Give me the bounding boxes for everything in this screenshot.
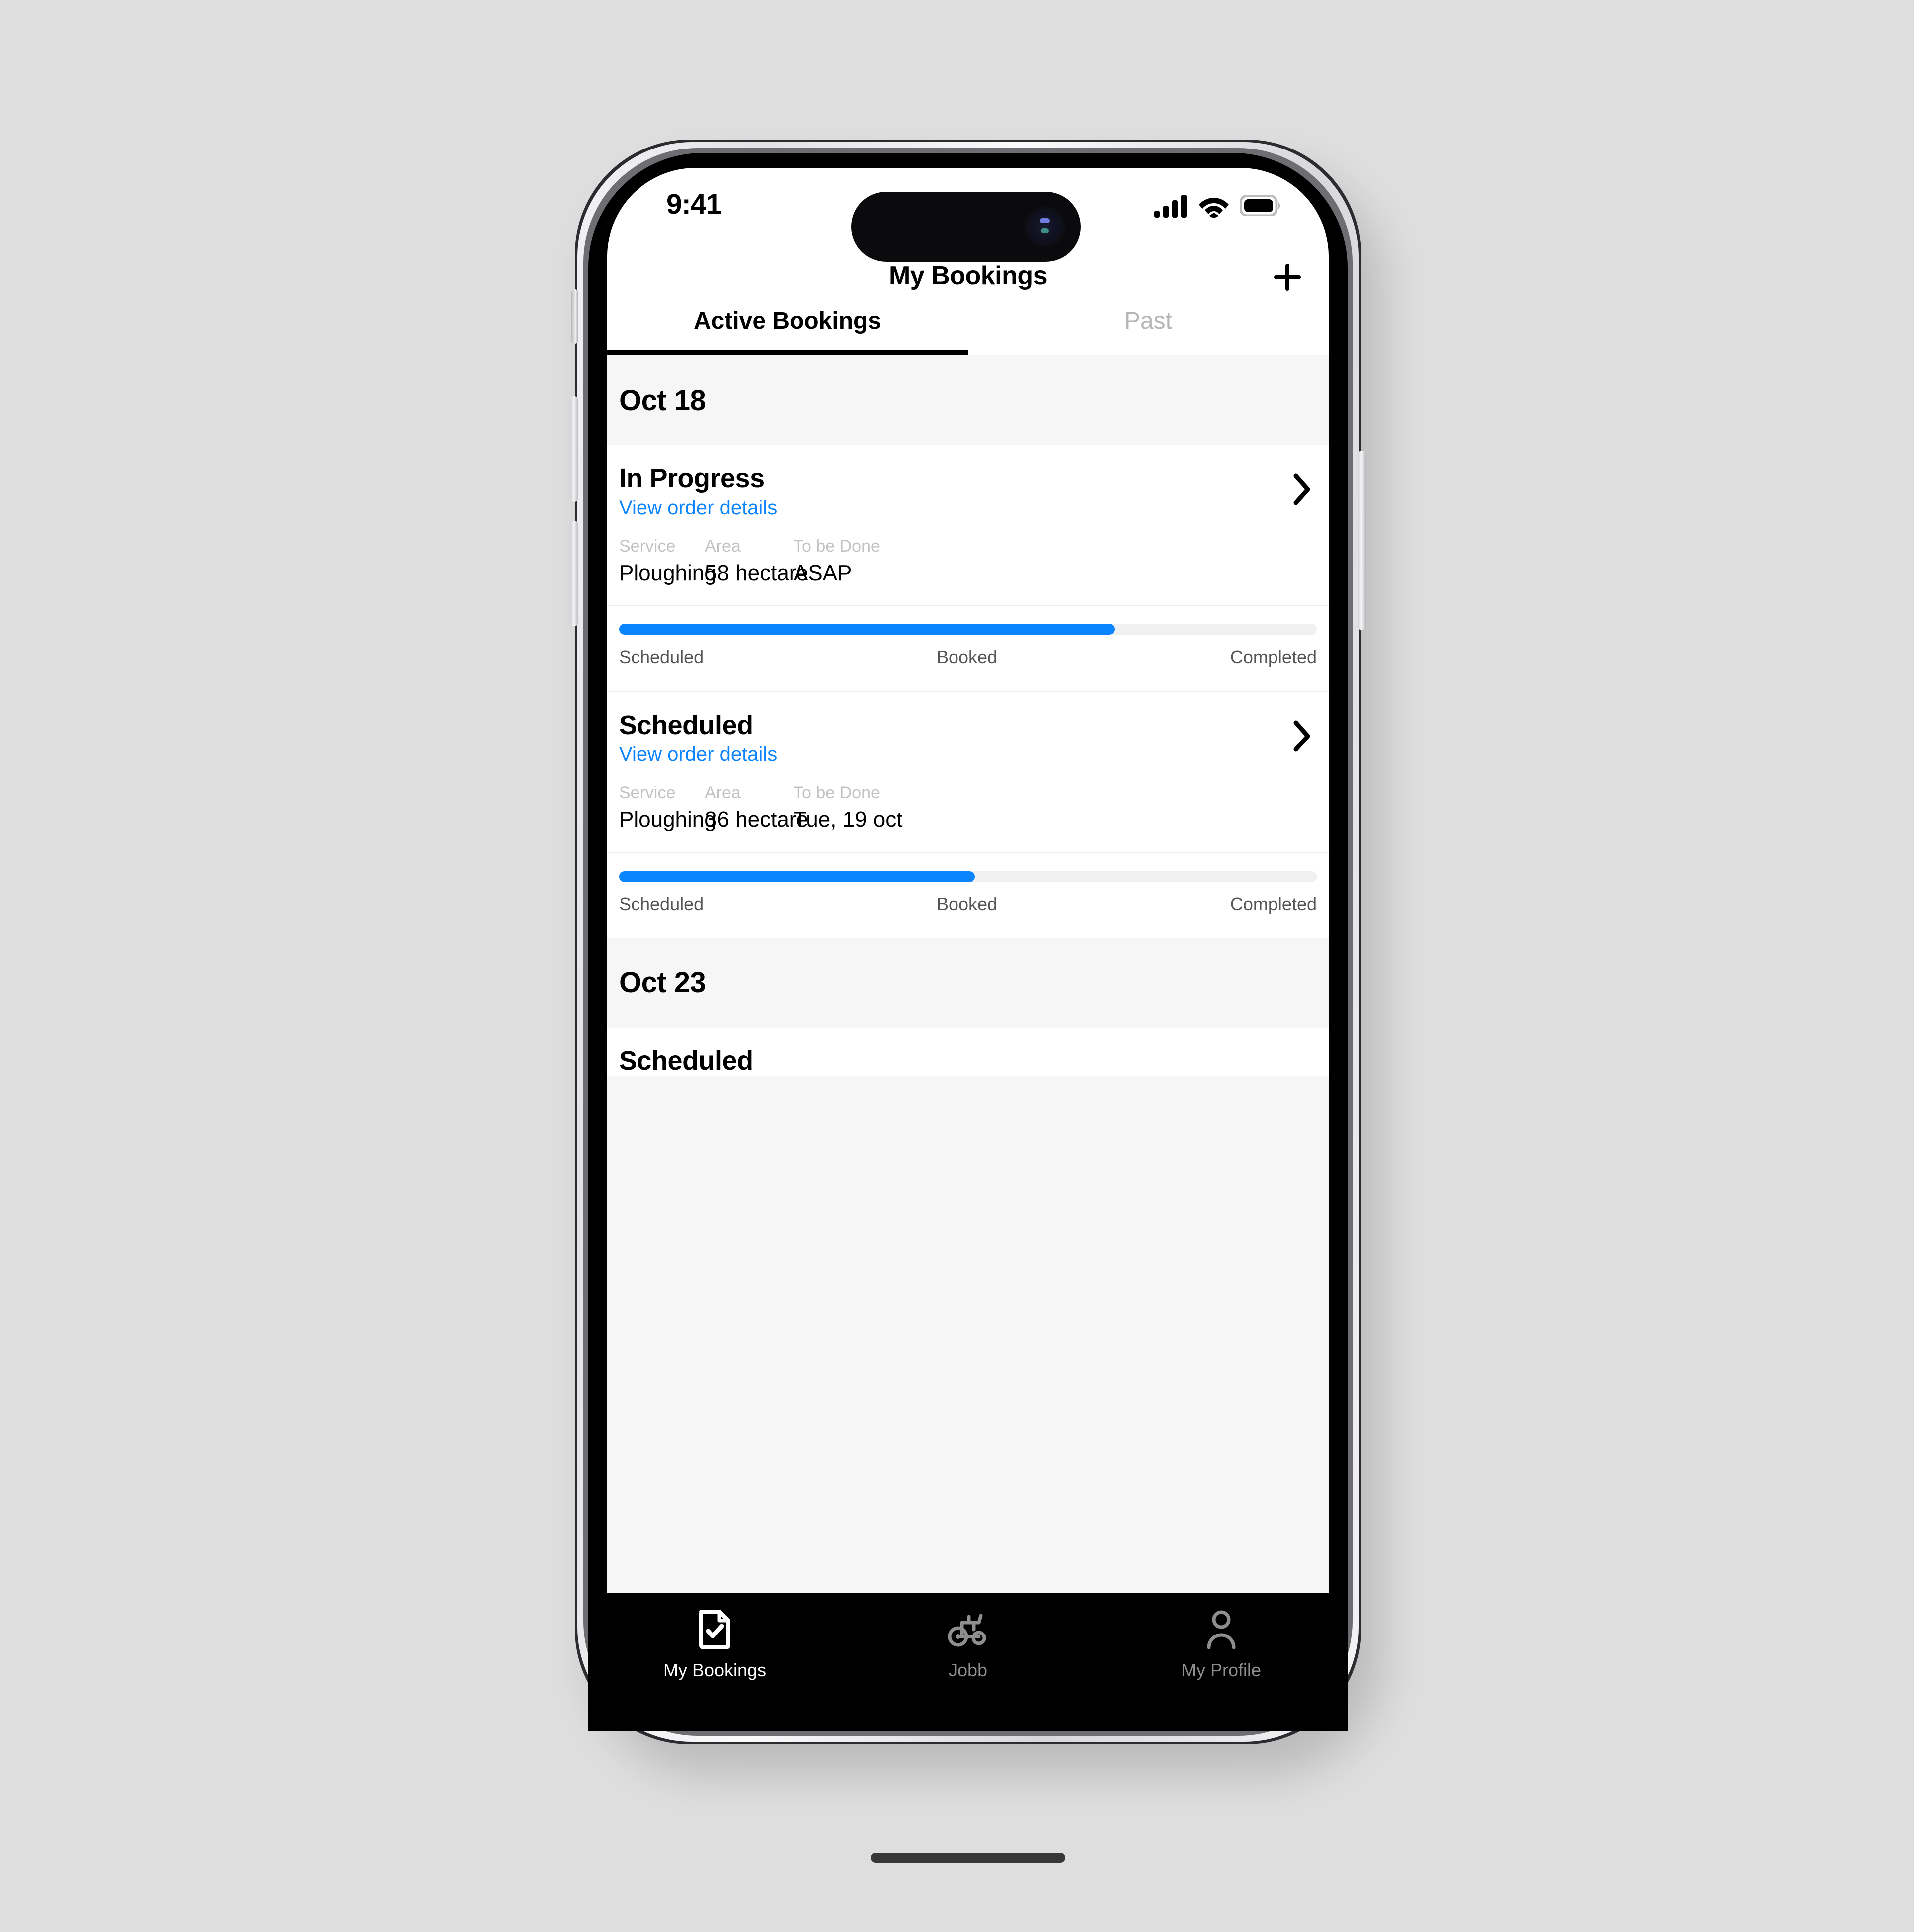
progress-step-scheduled: Scheduled [619, 893, 704, 914]
bottom-tab-my-bookings[interactable]: My Bookings [640, 1608, 790, 1681]
booking-detail-button[interactable] [1289, 720, 1315, 754]
bottom-tab-label: My Bookings [663, 1660, 767, 1680]
volume-up-button[interactable] [570, 396, 578, 502]
phone-device: 9:41 My Bookings Active Bookings Past Oc… [570, 140, 1366, 1863]
tab-past-label: Past [1124, 308, 1173, 334]
field-label: To be Done [794, 783, 880, 803]
field-label: Area [705, 537, 741, 556]
booking-card[interactable]: In Progress View order details Service P… [607, 445, 1329, 691]
bottom-tab-bar: My Bookings Jobb My Profile [588, 1593, 1348, 1731]
booking-card[interactable]: Scheduled [607, 1027, 1329, 1076]
bottom-tab-label: Jobb [948, 1660, 988, 1680]
booking-fields: Service Ploughing Area 36 hectare To be … [607, 766, 1329, 852]
booking-fields: Service Ploughing Area 58 hectare To be … [607, 520, 1329, 605]
home-indicator[interactable] [871, 1853, 1065, 1863]
silent-switch-button[interactable] [571, 289, 578, 344]
chevron-right-icon [1292, 473, 1312, 508]
view-order-details-link[interactable]: View order details [619, 743, 1317, 766]
progress-step-labels: Scheduled Booked Completed [619, 647, 1317, 681]
progress-track [619, 871, 1317, 882]
chevron-right-icon [1292, 720, 1312, 755]
booking-card-header: Scheduled [607, 1028, 1329, 1076]
tab-active-indicator [607, 350, 968, 355]
bottom-tab-my-profile[interactable]: My Profile [1146, 1608, 1296, 1681]
tractor-icon [947, 1608, 989, 1651]
person-icon [1205, 1608, 1238, 1651]
booking-card-header: Scheduled View order details [607, 692, 1329, 766]
field-label: To be Done [794, 537, 880, 556]
date-section-label: Oct 18 [619, 384, 706, 417]
booking-status: In Progress [619, 463, 765, 493]
date-section-header: Oct 18 [607, 355, 1329, 445]
booking-field-to-be-done: To be Done Tue, 19 oct [794, 782, 903, 833]
status-time: 9:41 [666, 188, 722, 220]
progress-step-completed: Completed [1230, 893, 1317, 914]
booking-field-area: Area 36 hectare [705, 782, 808, 833]
wifi-icon [1198, 194, 1229, 220]
progress-track [619, 624, 1317, 635]
booking-progress: Scheduled Booked Completed [607, 853, 1329, 938]
booking-field-service: Service Ploughing [619, 782, 717, 833]
field-value: Ploughing [619, 807, 717, 832]
progress-step-completed: Completed [1230, 647, 1317, 668]
bottom-tab-label: My Profile [1181, 1660, 1262, 1680]
page-title: My Bookings [888, 261, 1048, 290]
booking-field-service: Service Ploughing [619, 536, 717, 586]
tab-active-bookings-label: Active Bookings [693, 308, 882, 334]
view-order-details-link[interactable]: View order details [619, 496, 1317, 520]
bookings-scroll-area[interactable]: Oct 18 In Progress View order details Se… [607, 355, 1329, 1671]
progress-fill [619, 871, 975, 882]
booking-tab-bar: Active Bookings Past [607, 302, 1329, 355]
progress-step-labels: Scheduled Booked Completed [619, 894, 1317, 928]
tab-past[interactable]: Past [968, 302, 1329, 355]
progress-step-booked: Booked [936, 647, 998, 668]
phone-screen: 9:41 My Bookings Active Bookings Past Oc… [607, 168, 1329, 1716]
booking-status: Scheduled [619, 1045, 753, 1076]
booking-detail-button[interactable] [1289, 473, 1315, 508]
dynamic-island [851, 192, 1081, 262]
navigation-bar: My Bookings [607, 253, 1329, 302]
booking-status: Scheduled [619, 710, 753, 741]
booking-card[interactable]: Scheduled View order details Service Plo… [607, 692, 1329, 938]
field-label: Service [619, 783, 676, 803]
volume-down-button[interactable] [570, 521, 578, 626]
booking-field-area: Area 58 hectare [705, 536, 808, 586]
field-label: Area [705, 783, 741, 803]
field-label: Service [619, 537, 676, 556]
bottom-tab-jobb[interactable]: Jobb [893, 1608, 1043, 1681]
battery-icon [1239, 194, 1281, 219]
field-value: Tue, 19 oct [794, 807, 903, 832]
date-section-label: Oct 23 [619, 966, 706, 999]
date-section-header: Oct 23 [607, 937, 1329, 1028]
progress-fill [619, 624, 1115, 635]
cellular-signal-icon [1154, 194, 1187, 220]
front-camera-icon [1030, 212, 1060, 242]
tab-active-bookings[interactable]: Active Bookings [607, 302, 968, 355]
field-value: 36 hectare [705, 807, 808, 832]
booking-progress: Scheduled Booked Completed [607, 606, 1329, 691]
field-value: ASAP [794, 560, 852, 585]
status-bar: 9:41 [607, 168, 1329, 262]
field-value: 58 hectare [705, 560, 808, 585]
power-button[interactable] [1358, 451, 1366, 630]
document-check-icon [697, 1608, 732, 1651]
booking-field-to-be-done: To be Done ASAP [794, 536, 880, 586]
field-value: Ploughing [619, 560, 717, 585]
add-booking-button[interactable] [1265, 256, 1310, 300]
booking-card-header: In Progress View order details [607, 445, 1329, 520]
status-icons [1154, 192, 1281, 222]
progress-step-booked: Booked [936, 893, 998, 914]
progress-step-scheduled: Scheduled [619, 647, 704, 668]
plus-icon [1271, 261, 1304, 296]
